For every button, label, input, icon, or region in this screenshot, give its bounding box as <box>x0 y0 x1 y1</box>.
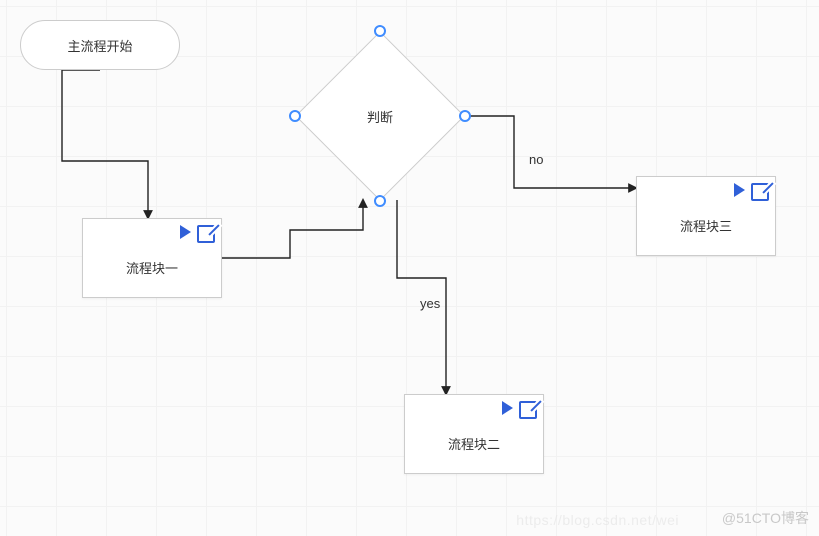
watermark-primary: @51CTO博客 <box>722 508 809 528</box>
play-icon[interactable] <box>502 401 513 415</box>
port-left-handle[interactable] <box>289 110 301 122</box>
edge-label-no: no <box>529 152 543 167</box>
edge-label-yes: yes <box>420 296 440 311</box>
start-node[interactable]: 主流程开始 <box>20 20 180 70</box>
process-node-1[interactable]: 流程块一 <box>82 218 222 298</box>
port-bottom-handle[interactable] <box>374 195 386 207</box>
process-node-2[interactable]: 流程块二 <box>404 394 544 474</box>
process-2-label: 流程块二 <box>448 434 500 453</box>
play-icon[interactable] <box>734 183 745 197</box>
decision-node[interactable]: 判断 <box>300 36 460 196</box>
edit-icon[interactable] <box>751 183 769 201</box>
port-top-handle[interactable] <box>374 25 386 37</box>
start-label: 主流程开始 <box>67 36 132 55</box>
play-icon[interactable] <box>180 225 191 239</box>
process-3-label: 流程块三 <box>680 216 732 235</box>
port-right-handle[interactable] <box>459 110 471 122</box>
process-1-label: 流程块一 <box>126 258 178 277</box>
process-node-3[interactable]: 流程块三 <box>636 176 776 256</box>
edit-icon[interactable] <box>197 225 215 243</box>
decision-label: 判断 <box>300 36 460 196</box>
watermark-secondary: https://blog.csdn.net/wei <box>516 512 679 528</box>
edit-icon[interactable] <box>519 401 537 419</box>
